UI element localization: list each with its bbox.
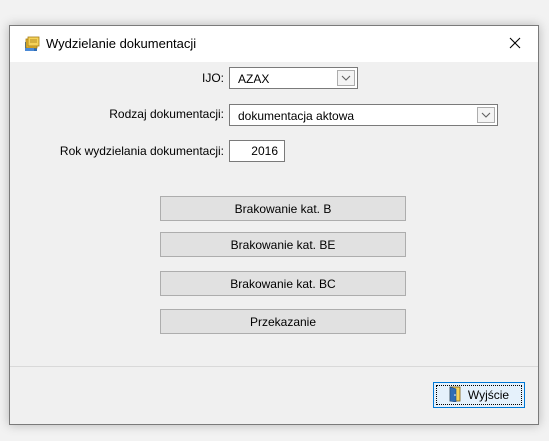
ijo-dropdown-button[interactable] [337,70,355,86]
chevron-down-icon [481,112,491,118]
dialog-window: Wydzielanie dokumentacji IJO: AZAX Rodza… [9,25,539,425]
close-icon [509,37,521,52]
document-stack-icon [24,36,40,52]
ijo-select[interactable]: AZAX [229,67,358,89]
rodzaj-label: Rodzaj dokumentacji: [109,107,224,121]
rok-label: Rok wydzielania dokumentacji: [59,144,224,158]
rodzaj-select-value: dokumentacja aktowa [238,109,355,123]
chevron-down-icon [341,75,351,81]
brakowanie-b-button[interactable]: Brakowanie kat. B [160,196,406,221]
ijo-label: IJO: [201,71,224,85]
close-button[interactable] [492,26,538,62]
brakowanie-be-button[interactable]: Brakowanie kat. BE [160,232,406,257]
rodzaj-dropdown-button[interactable] [477,107,495,123]
window-title: Wydzielanie dokumentacji [46,36,197,51]
ijo-select-value: AZAX [238,72,270,86]
exit-button[interactable]: Wyjście [433,382,525,408]
footer-divider [10,366,538,367]
przekazanie-button[interactable]: Przekazanie [160,309,406,334]
rok-input[interactable] [229,140,285,162]
rodzaj-select[interactable]: dokumentacja aktowa [229,104,498,126]
door-exit-icon [449,386,463,405]
brakowanie-bc-button[interactable]: Brakowanie kat. BC [160,271,406,296]
exit-button-label: Wyjście [467,388,510,402]
title-bar: Wydzielanie dokumentacji [10,26,538,62]
